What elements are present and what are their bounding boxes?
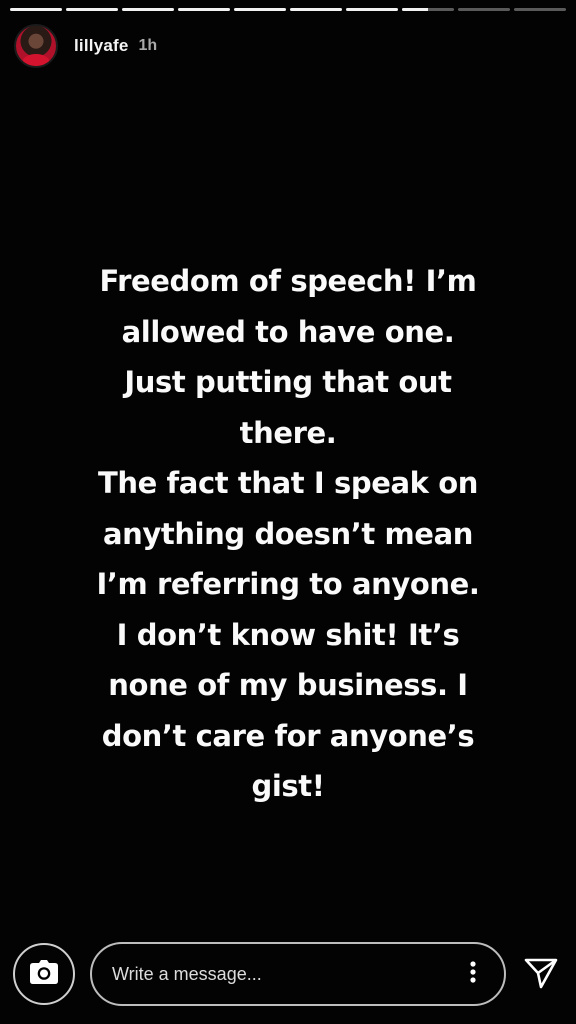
story-progress-fill [402, 8, 428, 11]
story-progress-bar [10, 8, 566, 11]
story-viewer[interactable]: lillyafe 1h Freedom of speech! I’m allow… [0, 0, 576, 1024]
story-progress-fill [346, 8, 398, 11]
story-progress-segment [458, 8, 510, 11]
story-progress-fill [178, 8, 230, 11]
camera-icon [29, 959, 59, 990]
story-progress-segment [122, 8, 174, 11]
story-progress-fill [290, 8, 342, 11]
story-progress-segment [346, 8, 398, 11]
story-progress-segment [290, 8, 342, 11]
camera-button[interactable] [13, 943, 75, 1005]
story-progress-segment [234, 8, 286, 11]
story-progress-segment [178, 8, 230, 11]
story-progress-fill [234, 8, 286, 11]
story-progress-segment [10, 8, 62, 11]
story-progress-fill [66, 8, 118, 11]
story-header: lillyafe 1h [14, 22, 157, 70]
story-progress-fill [122, 8, 174, 11]
timestamp: 1h [138, 37, 158, 54]
more-vertical-icon [470, 960, 476, 988]
send-icon [524, 956, 558, 995]
story-progress-segment [514, 8, 566, 11]
message-input[interactable]: Write a message... [90, 942, 506, 1006]
story-progress-fill [10, 8, 62, 11]
send-button[interactable] [522, 955, 560, 995]
story-progress-segment [66, 8, 118, 11]
story-progress-segment [402, 8, 454, 11]
more-options-button[interactable] [458, 954, 488, 994]
username[interactable]: lillyafe [74, 36, 129, 56]
story-text: Freedom of speech! I’m allowed to have o… [96, 264, 480, 803]
avatar[interactable] [14, 24, 58, 68]
message-placeholder: Write a message... [112, 963, 262, 984]
